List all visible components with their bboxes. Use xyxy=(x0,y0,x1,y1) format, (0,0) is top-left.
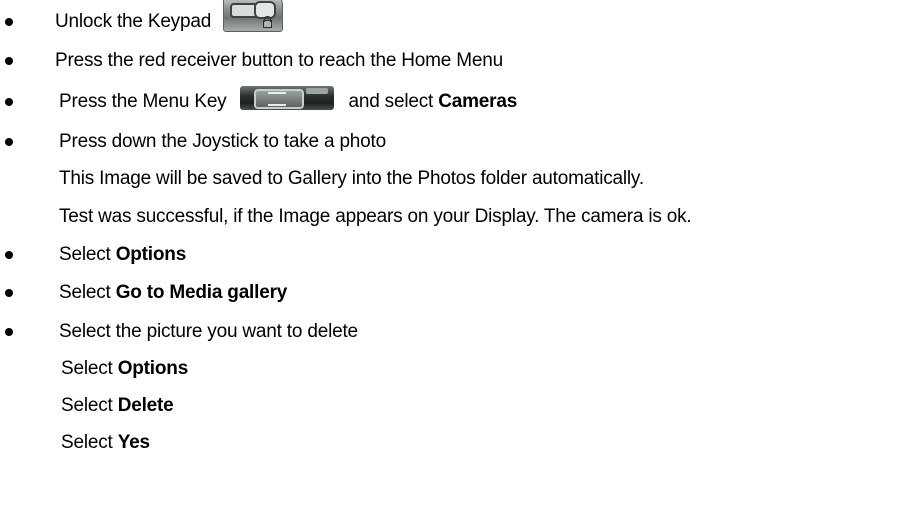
step-text: Select xyxy=(61,358,118,379)
step-bold-text: Options xyxy=(117,358,189,379)
keypad-lock-icon xyxy=(223,0,284,32)
step-text: Unlock the Keypad xyxy=(55,11,212,32)
instruction-page: Unlock the Keypad Press the red receiver… xyxy=(0,0,912,506)
step-text: Select xyxy=(59,244,116,265)
note-text: Test was successful, if the Image appear… xyxy=(59,206,692,227)
step-text: Select the picture you want to delete xyxy=(59,321,358,342)
bullet xyxy=(5,289,13,297)
step-bold-text: Cameras xyxy=(438,91,518,112)
step-bold-text: Delete xyxy=(117,395,174,416)
step-text: Select xyxy=(61,395,118,416)
step-bold-text: Go to Media gallery xyxy=(115,282,288,303)
bullet xyxy=(5,138,13,146)
bullet xyxy=(5,98,13,106)
step-bold-text: Options xyxy=(115,244,187,265)
bullet xyxy=(5,18,13,26)
note-text: This Image will be saved to Gallery into… xyxy=(59,168,644,189)
step-text: Select xyxy=(59,282,116,303)
step-text: Press the Menu Key xyxy=(59,91,227,112)
bullet xyxy=(5,57,13,65)
step-bold-text: Yes xyxy=(117,432,150,453)
step-text: Press the red receiver button to reach t… xyxy=(55,50,503,71)
step-text: Select xyxy=(61,432,118,453)
bullet xyxy=(5,251,13,259)
bullet xyxy=(5,328,13,336)
menu-key-icon xyxy=(240,86,335,110)
step-text: and select xyxy=(348,91,439,112)
step-text: Press down the Joystick to take a photo xyxy=(59,131,386,152)
